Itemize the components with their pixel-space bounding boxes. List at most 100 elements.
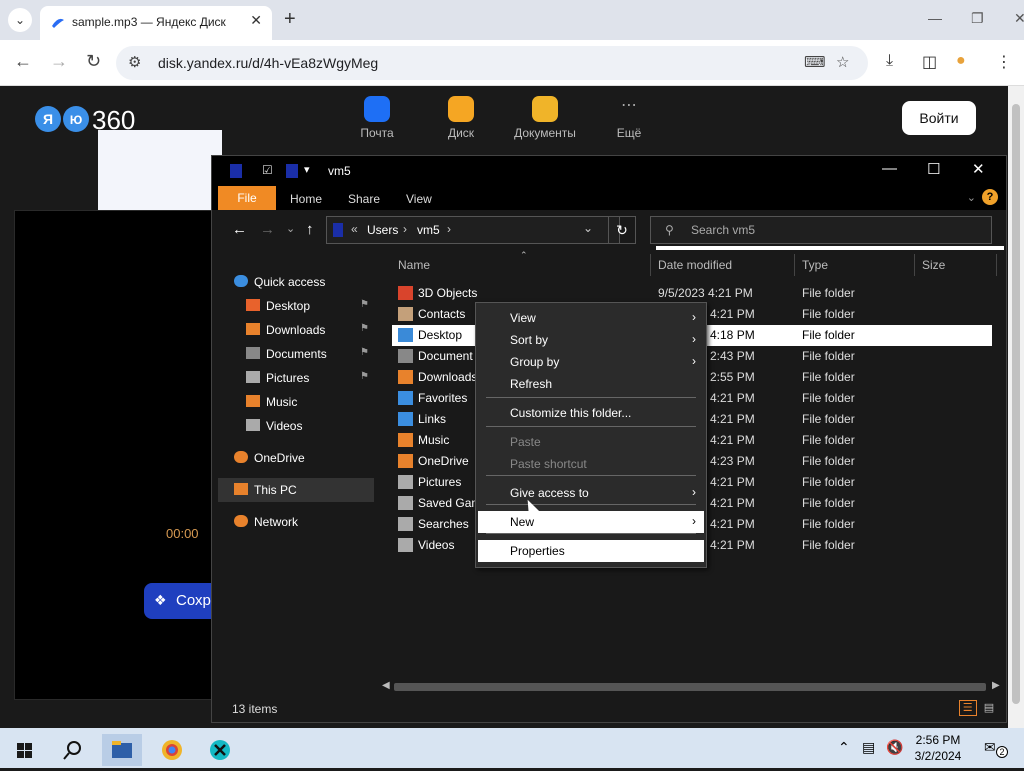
menu-item-sort-by[interactable]: Sort by › xyxy=(478,329,704,351)
menu-icon[interactable]: ⋮ xyxy=(996,52,1012,72)
back-icon[interactable]: ← xyxy=(14,51,32,72)
breadcrumb-vm5[interactable]: vm5 xyxy=(417,223,440,237)
column-divider[interactable] xyxy=(914,254,915,276)
tab-share[interactable]: Share xyxy=(348,192,380,206)
file-type: File folder xyxy=(802,496,855,510)
column-size[interactable]: Size xyxy=(922,258,945,272)
menu-item-paste[interactable]: Paste xyxy=(478,431,704,453)
forward-icon[interactable]: → xyxy=(260,221,275,238)
up-icon[interactable]: ↑ xyxy=(306,221,314,238)
column-name[interactable]: Name xyxy=(398,258,430,272)
minimize-icon[interactable]: — xyxy=(882,160,897,177)
refresh-button[interactable]: ↻ xyxy=(608,216,636,244)
sidebar-item-pictures[interactable]: Pictures ⚑ xyxy=(218,366,374,390)
app-disk[interactable]: Диск xyxy=(426,96,496,140)
breadcrumb-separator-icon[interactable]: › xyxy=(403,222,407,236)
menu-item-paste-shortcut[interactable]: Paste shortcut xyxy=(478,453,704,475)
network-icon[interactable]: ▤ xyxy=(862,739,875,756)
show-hidden-icons-icon[interactable]: ⌃ xyxy=(838,739,850,756)
taskbar-app[interactable] xyxy=(200,734,240,766)
sidebar-item-desktop[interactable]: Desktop ⚑ xyxy=(218,294,374,318)
file-name: Pictures xyxy=(418,475,462,489)
file-date: 9/5/2023 4:21 PM xyxy=(658,286,753,300)
expand-ribbon-icon[interactable]: ⌄ xyxy=(967,191,976,204)
close-icon[interactable]: ✕ xyxy=(1014,10,1024,27)
taskbar-file-explorer[interactable] xyxy=(102,734,142,766)
login-button[interactable]: Войти xyxy=(902,101,976,135)
quick-access-dropdown-icon[interactable]: ▾ xyxy=(304,163,310,176)
minimize-icon[interactable]: — xyxy=(928,10,942,26)
menu-item-give-access-to[interactable]: Give access to › xyxy=(478,482,704,504)
explorer-address-bar[interactable]: « Users › vm5 › ⌄ xyxy=(326,216,620,244)
menu-item-customize-this-folder[interactable]: Customize this folder... xyxy=(478,402,704,424)
tab-view[interactable]: View xyxy=(406,192,432,206)
back-icon[interactable]: ← xyxy=(232,221,247,238)
tab-file[interactable]: File xyxy=(218,186,276,210)
bookmark-star-icon[interactable]: ☆ xyxy=(836,53,849,71)
scrollbar-thumb[interactable] xyxy=(394,683,986,691)
breadcrumb-separator-icon[interactable]: › xyxy=(447,222,451,236)
volume-muted-icon[interactable]: 🔇 xyxy=(886,739,903,756)
side-panel-icon[interactable]: ◫ xyxy=(922,52,937,72)
scroll-left-icon[interactable]: ◀ xyxy=(382,680,390,691)
menu-item-refresh[interactable]: Refresh xyxy=(478,373,704,395)
sidebar-item-onedrive[interactable]: OneDrive xyxy=(218,446,374,470)
notification-center-icon[interactable]: ✉ xyxy=(984,739,996,756)
clock[interactable]: 2:56 PM 3/2/2024 xyxy=(906,732,970,764)
column-date-modified[interactable]: Date modified xyxy=(658,258,732,272)
new-folder-quick-icon[interactable] xyxy=(286,164,298,178)
page-scrollbar-thumb[interactable] xyxy=(1012,104,1020,704)
maximize-icon[interactable]: ☐ xyxy=(927,160,940,178)
app-mail[interactable]: Почта xyxy=(342,96,412,140)
menu-item-properties[interactable]: Properties xyxy=(478,540,704,562)
address-dropdown-icon[interactable]: ⌄ xyxy=(583,221,593,235)
address-bar[interactable]: ⚙ disk.yandex.ru/d/4h-vEa8zWgyMeg ⌨ ☆ xyxy=(116,46,868,80)
downloads-icon[interactable]: ⤓ xyxy=(886,52,893,70)
new-tab-button[interactable]: + xyxy=(284,8,296,31)
app-documents[interactable]: Документы xyxy=(510,96,580,140)
file-row[interactable]: 3D Objects 9/5/2023 4:21 PM File folder xyxy=(392,283,992,304)
recent-locations-icon[interactable]: ⌄ xyxy=(286,222,295,235)
close-icon[interactable]: ✕ xyxy=(972,160,985,178)
restore-icon[interactable]: ❐ xyxy=(971,10,984,27)
taskbar-chrome[interactable] xyxy=(152,734,192,766)
sidebar-item-network[interactable]: Network xyxy=(218,510,374,534)
site-info-icon[interactable]: ⚙ xyxy=(128,53,141,71)
horizontal-scrollbar[interactable]: ◀ ▶ xyxy=(378,680,1004,694)
overflow-chevron-icon[interactable]: « xyxy=(351,222,358,236)
profile-avatar-icon[interactable]: ● xyxy=(956,52,966,70)
start-button[interactable] xyxy=(4,734,44,766)
breadcrumb-users[interactable]: Users xyxy=(367,223,398,237)
page-scrollbar[interactable] xyxy=(1008,86,1024,728)
tab-home[interactable]: Home xyxy=(290,192,322,206)
browser-tab-active[interactable]: sample.mp3 — Яндекс Диск ✕ xyxy=(40,6,272,40)
search-input[interactable]: ⚲ Search vm5 xyxy=(650,216,992,244)
sidebar-item-downloads[interactable]: Downloads ⚑ xyxy=(218,318,374,342)
large-icons-view-icon[interactable]: ▤ xyxy=(980,701,998,717)
scroll-right-icon[interactable]: ▶ xyxy=(992,680,1000,691)
folder-quick-icon[interactable] xyxy=(230,164,242,178)
details-view-icon[interactable]: ☰ xyxy=(958,700,977,716)
menu-item-view[interactable]: View › xyxy=(478,307,704,329)
tab-search-dropdown[interactable]: ⌄ xyxy=(8,8,32,32)
tab-close-icon[interactable]: ✕ xyxy=(250,12,262,29)
help-icon[interactable]: ? xyxy=(982,189,998,205)
menu-item-group-by[interactable]: Group by › xyxy=(478,351,704,373)
translate-icon[interactable]: ⌨ xyxy=(804,53,826,71)
reload-icon[interactable]: ↻ xyxy=(86,51,101,72)
menu-item-new[interactable]: New › xyxy=(478,511,704,533)
column-divider[interactable] xyxy=(996,254,997,276)
sidebar-item-videos[interactable]: Videos xyxy=(218,414,374,438)
column-type[interactable]: Type xyxy=(802,258,828,272)
forward-icon[interactable]: → xyxy=(50,51,68,72)
column-divider[interactable] xyxy=(794,254,795,276)
properties-quick-icon[interactable]: ☑ xyxy=(262,163,273,177)
column-divider[interactable] xyxy=(650,254,651,276)
sidebar-item-music[interactable]: Music xyxy=(218,390,374,414)
app-more[interactable]: ⋯ Ещё xyxy=(594,96,664,140)
sidebar-item-this-pc[interactable]: This PC xyxy=(218,478,374,502)
sidebar-item-documents[interactable]: Documents ⚑ xyxy=(218,342,374,366)
search-button[interactable] xyxy=(52,734,92,766)
explorer-title-bar: ☑ ▾ vm5 — ☐ ✕ xyxy=(212,156,1006,186)
sidebar-item-quick-access[interactable]: Quick access xyxy=(218,270,374,294)
